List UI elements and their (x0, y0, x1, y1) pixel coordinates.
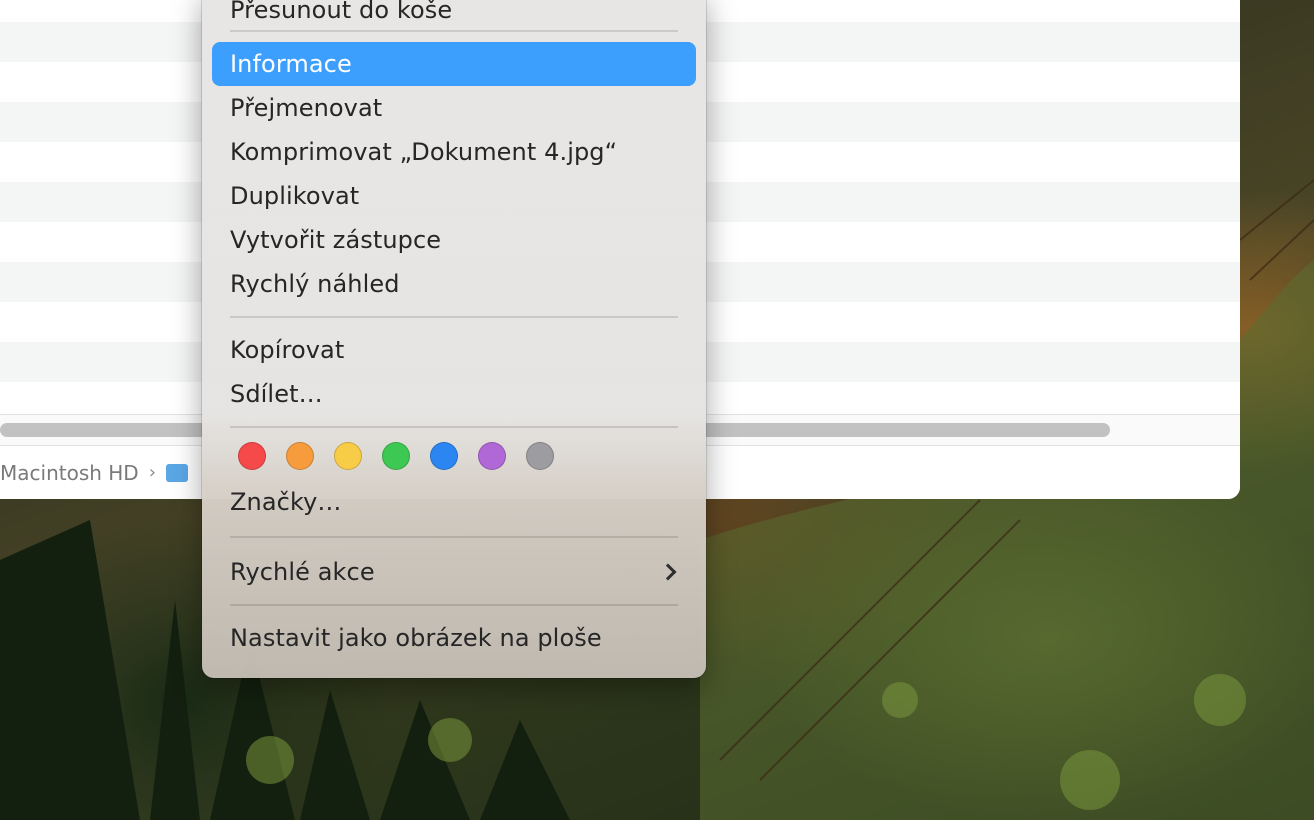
menu-item-tags[interactable]: Značky… (212, 480, 696, 524)
menu-item-label: Přesunout do koše (230, 0, 453, 24)
menu-item-label: Informace (230, 50, 352, 78)
menu-item-share[interactable]: Sdílet… (212, 372, 696, 416)
menu-item-duplicate[interactable]: Duplikovat (212, 174, 696, 218)
menu-item-info[interactable]: Informace (212, 42, 696, 86)
menu-item-label: Vytvořit zástupce (230, 226, 442, 254)
menu-item-set-desktop-picture[interactable]: Nastavit jako obrázek na ploše (212, 616, 696, 660)
menu-item-label: Rychlé akce (230, 558, 375, 586)
menu-item-quick-look[interactable]: Rychlý náhled (212, 262, 696, 306)
chevron-right-icon (659, 563, 677, 581)
tag-blue-dot[interactable] (430, 442, 458, 470)
menu-item-rename[interactable]: Přejmenovat (212, 86, 696, 130)
menu-separator (230, 316, 678, 318)
menu-item-copy[interactable]: Kopírovat (212, 328, 696, 372)
menu-item-label: Značky… (230, 488, 342, 516)
menu-item-label: Rychlý náhled (230, 270, 400, 298)
tag-colors-row (212, 432, 696, 480)
menu-separator (230, 536, 678, 538)
context-menu: Přesunout do koše Informace Přejmenovat … (202, 0, 706, 678)
tag-green-dot[interactable] (382, 442, 410, 470)
menu-separator (230, 604, 678, 606)
folder-icon[interactable] (165, 463, 188, 482)
menu-item-label: Nastavit jako obrázek na ploše (230, 624, 602, 652)
tag-yellow-dot[interactable] (334, 442, 362, 470)
menu-item-compress[interactable]: Komprimovat „Dokument 4.jpg“ (212, 130, 696, 174)
tag-purple-dot[interactable] (478, 442, 506, 470)
tag-red-dot[interactable] (238, 442, 266, 470)
menu-item-label: Komprimovat „Dokument 4.jpg“ (230, 138, 618, 166)
menu-item-label: Kopírovat (230, 336, 345, 364)
menu-item-label: Sdílet… (230, 380, 323, 408)
menu-item-quick-actions[interactable]: Rychlé akce (212, 550, 696, 594)
chevron-right-icon: › (148, 462, 156, 483)
menu-separator (230, 426, 678, 428)
menu-item-trash[interactable]: Přesunout do koše (212, 0, 696, 26)
tag-orange-dot[interactable] (286, 442, 314, 470)
menu-item-label: Přejmenovat (230, 94, 383, 122)
menu-item-label: Duplikovat (230, 182, 360, 210)
path-label: Macintosh HD (0, 460, 139, 485)
menu-item-make-alias[interactable]: Vytvořit zástupce (212, 218, 696, 262)
path-item-macintosh-hd[interactable]: Macintosh HD (0, 461, 139, 485)
tag-gray-dot[interactable] (526, 442, 554, 470)
menu-separator (230, 30, 678, 32)
